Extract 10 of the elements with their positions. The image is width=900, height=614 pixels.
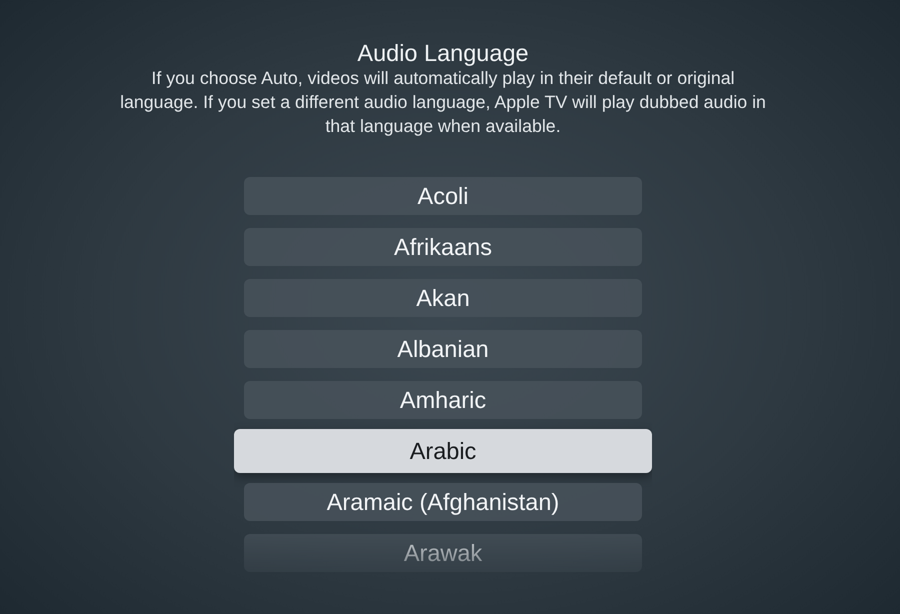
language-option[interactable]: Acoli [244, 177, 642, 215]
language-option[interactable]: Arawak [244, 534, 642, 572]
language-option[interactable]: Amharic [244, 381, 642, 419]
description-text: If you choose Auto, videos will automatically play in their default or original language. If you set a different audio language, Apple TV will play dubbed audio in that language when available. [119, 67, 767, 138]
screen-title: Audio Language [357, 40, 529, 66]
language-option[interactable]: Albanian [244, 330, 642, 368]
language-option[interactable]: Arabic [234, 429, 652, 473]
language-option[interactable]: Akan [244, 279, 642, 317]
language-option[interactable]: Afrikaans [244, 228, 642, 266]
language-option[interactable]: Aramaic (Afghanistan) [244, 483, 642, 521]
